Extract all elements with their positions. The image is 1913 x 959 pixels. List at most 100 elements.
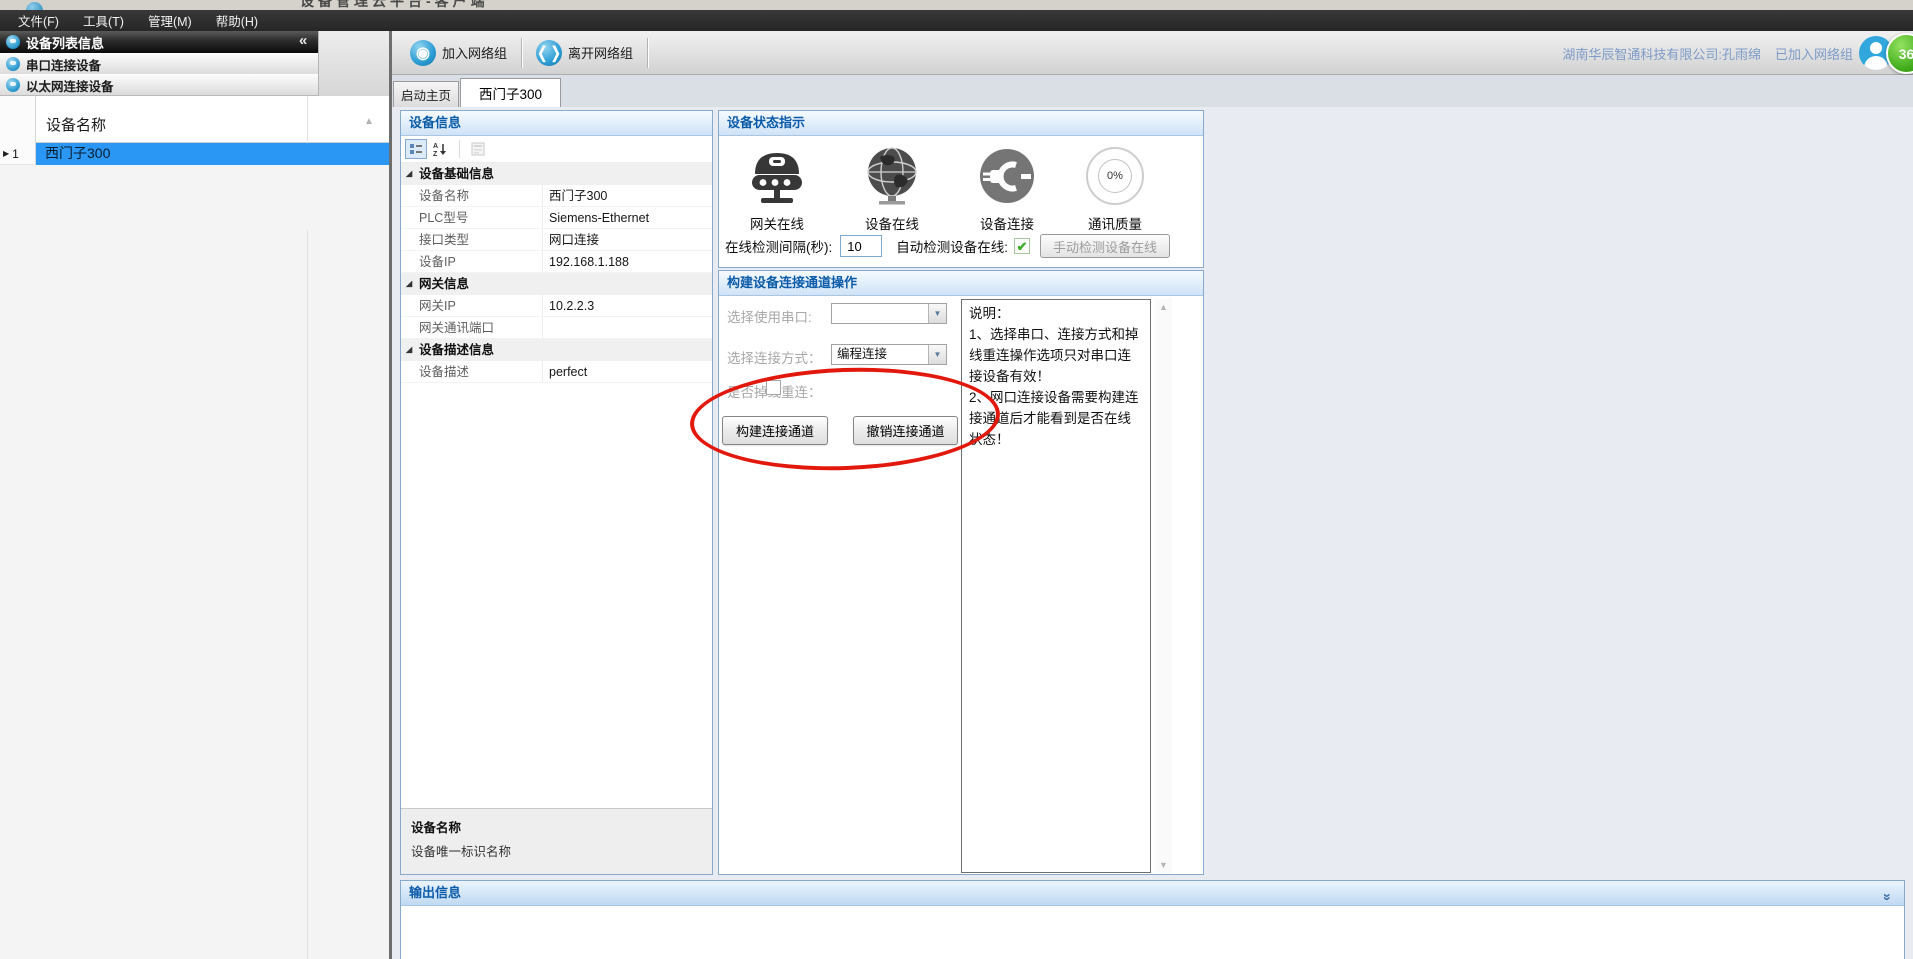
property-row[interactable]: 设备描述 perfect (401, 361, 712, 383)
output-panel-title: 输出信息 (409, 885, 461, 900)
indicator-label: 设备在线 (836, 213, 948, 233)
table-row[interactable]: ▶ 1 西门子300 (0, 143, 389, 165)
output-collapse-icon[interactable]: » (1876, 893, 1900, 901)
property-row[interactable]: 接口类型 网口连接 (401, 229, 712, 251)
property-row[interactable]: 设备名称 西门子300 (401, 185, 712, 207)
property-value[interactable]: 10.2.2.3 (549, 295, 594, 317)
device-status-panel: 设备状态指示 网关在线 (718, 110, 1204, 268)
connect-mode-combo[interactable]: 编程连接 ▼ (831, 344, 947, 365)
property-category[interactable]: ◢ 设备描述信息 (401, 339, 712, 361)
device-table-empty-area (0, 230, 389, 959)
network-toolbar: ◉ 加入网络组 ❬❭ 离开网络组 湖南华辰智通科技有限公司:孔雨绵 已加入网络组… (392, 31, 1913, 75)
property-row[interactable]: PLC型号 Siemens-Ethernet (401, 207, 712, 229)
row-index: 1 (12, 147, 19, 161)
sidebar-item-label: 以太网连接设备 (26, 76, 114, 95)
reconnect-checkbox[interactable] (766, 380, 781, 395)
scroll-down-icon[interactable]: ▼ (1155, 857, 1172, 873)
menu-file[interactable]: 文件(F) (6, 9, 71, 32)
indicator-comm-quality: 0% 通讯质量 (1059, 141, 1171, 233)
dropdown-arrow-icon[interactable]: ▼ (928, 345, 946, 364)
menu-help[interactable]: 帮助(H) (204, 9, 270, 32)
row-header-corner (0, 96, 36, 143)
connect-mode-label: 选择连接方式： (727, 347, 822, 367)
property-value[interactable]: 192.168.1.188 (549, 251, 629, 273)
sidebar-item-serial-devices[interactable]: 串口连接设备 (0, 53, 318, 75)
sidebar-item-label: 串口连接设备 (26, 55, 101, 74)
property-label: 网关IP (419, 295, 456, 317)
indicator-label: 设备连接 (951, 213, 1063, 233)
indicator-device-online: 设备在线 (836, 141, 948, 233)
property-description-box: 设备名称 设备唯一标识名称 (401, 808, 712, 874)
property-row[interactable]: 设备IP 192.168.1.188 (401, 251, 712, 273)
indicator-label: 网关在线 (721, 213, 833, 233)
property-value[interactable]: 网口连接 (549, 229, 599, 251)
property-category[interactable]: ◢ 设备基础信息 (401, 163, 712, 185)
tab-siemens300[interactable]: 西门子300 (460, 78, 561, 107)
sort-asc-icon: ▲ (364, 116, 374, 127)
serial-port-combo[interactable]: ▼ (831, 303, 947, 324)
svg-text:Z: Z (433, 151, 438, 156)
tab-home[interactable]: 启动主页 (393, 81, 459, 107)
property-value[interactable]: perfect (549, 361, 587, 383)
join-network-label: 加入网络组 (442, 43, 507, 62)
property-label: 设备IP (419, 251, 456, 273)
instruction-item: 2、网口连接设备需要构建连接通道后才能看到是否在线状态！ (969, 387, 1143, 450)
main-area: ◉ 加入网络组 ❬❭ 离开网络组 湖南华辰智通科技有限公司:孔雨绵 已加入网络组… (392, 31, 1913, 959)
property-category[interactable]: ◢ 网关信息 (401, 273, 712, 295)
grid-divider (542, 229, 543, 250)
category-expand-icon[interactable]: ◢ (406, 163, 412, 185)
menu-bar: 文件(F) 工具(T) 管理(M) 帮助(H) (0, 10, 1913, 31)
device-connect-plug-icon (977, 146, 1037, 206)
device-status-panel-title: 设备状态指示 (719, 111, 1203, 136)
current-row-marker-icon: ▶ (3, 149, 9, 158)
device-online-globe-icon (862, 145, 922, 207)
auto-detect-label: 自动检测设备在线: (896, 236, 1008, 256)
revoke-channel-button[interactable]: 撤销连接通道 (853, 416, 958, 445)
property-value[interactable]: Siemens-Ethernet (549, 207, 649, 229)
category-expand-icon[interactable]: ◢ (406, 339, 412, 361)
leave-network-icon: ❬❭ (536, 40, 562, 66)
property-row[interactable]: 网关通讯端口 (401, 317, 712, 339)
panel-scrollbar[interactable]: ▲ ▼ (1155, 299, 1172, 873)
instructions-box: 说明： 1、选择串口、连接方式和掉线重连操作选项只对串口连接设备有效！ 2、网口… (961, 299, 1151, 873)
auto-detect-checkbox[interactable]: ✔ (1014, 238, 1030, 254)
category-label: 设备基础信息 (419, 163, 494, 185)
sidebar-item-ethernet-devices[interactable]: 以太网连接设备 (0, 74, 318, 96)
interval-label: 在线检测间隔(秒): (725, 236, 832, 256)
menu-manage[interactable]: 管理(M) (136, 9, 204, 32)
gateway-online-icon (746, 146, 808, 206)
online-detect-row: 在线检测间隔(秒): 自动检测设备在线: ✔ 手动检测设备在线 (725, 233, 1197, 259)
sidebar-collapse-icon[interactable]: « (299, 32, 307, 49)
property-label: PLC型号 (419, 207, 468, 229)
menu-tools[interactable]: 工具(T) (71, 9, 136, 32)
property-description-text: 设备唯一标识名称 (411, 841, 702, 860)
alphabetical-sort-icon[interactable]: AZ (430, 139, 452, 159)
property-grid-toolbar: AZ (401, 136, 712, 163)
join-network-icon: ◉ (410, 40, 436, 66)
notification-badge[interactable]: 36 (1886, 33, 1913, 74)
manual-detect-button[interactable]: 手动检测设备在线 (1040, 234, 1170, 258)
grid-divider (542, 361, 543, 382)
device-table-header[interactable]: 设备名称 ▲ (0, 96, 389, 143)
grid-divider (542, 185, 543, 206)
toolbar-right-cluster: 湖南华辰智通科技有限公司:孔雨绵 已加入网络组 (1562, 31, 1853, 75)
categorized-view-icon[interactable] (405, 139, 427, 159)
column-header-device-name[interactable]: 设备名称 (46, 114, 106, 135)
interval-input[interactable] (840, 235, 882, 257)
property-description-title: 设备名称 (411, 817, 702, 836)
device-table: 设备名称 ▲ ▶ 1 西门子300 (0, 96, 389, 165)
property-value[interactable]: 西门子300 (549, 185, 607, 207)
leave-network-button[interactable]: ❬❭ 离开网络组 (528, 36, 641, 70)
category-expand-icon[interactable]: ◢ (406, 273, 412, 295)
serial-device-icon (6, 57, 20, 71)
indicator-label: 通讯质量 (1059, 213, 1171, 233)
device-row-siemens300[interactable]: 西门子300 (36, 143, 389, 165)
build-channel-button[interactable]: 构建连接通道 (722, 416, 828, 445)
window-title-bar: 设备管理云平台-客户端 (0, 0, 1913, 10)
join-network-button[interactable]: ◉ 加入网络组 (402, 36, 515, 70)
device-list-icon (6, 35, 20, 49)
scroll-up-icon[interactable]: ▲ (1155, 299, 1172, 315)
property-grid: ◢ 设备基础信息 设备名称 西门子300 PLC型号 Siemens-Ether… (401, 163, 712, 383)
property-row[interactable]: 网关IP 10.2.2.3 (401, 295, 712, 317)
dropdown-arrow-icon[interactable]: ▼ (928, 304, 946, 323)
